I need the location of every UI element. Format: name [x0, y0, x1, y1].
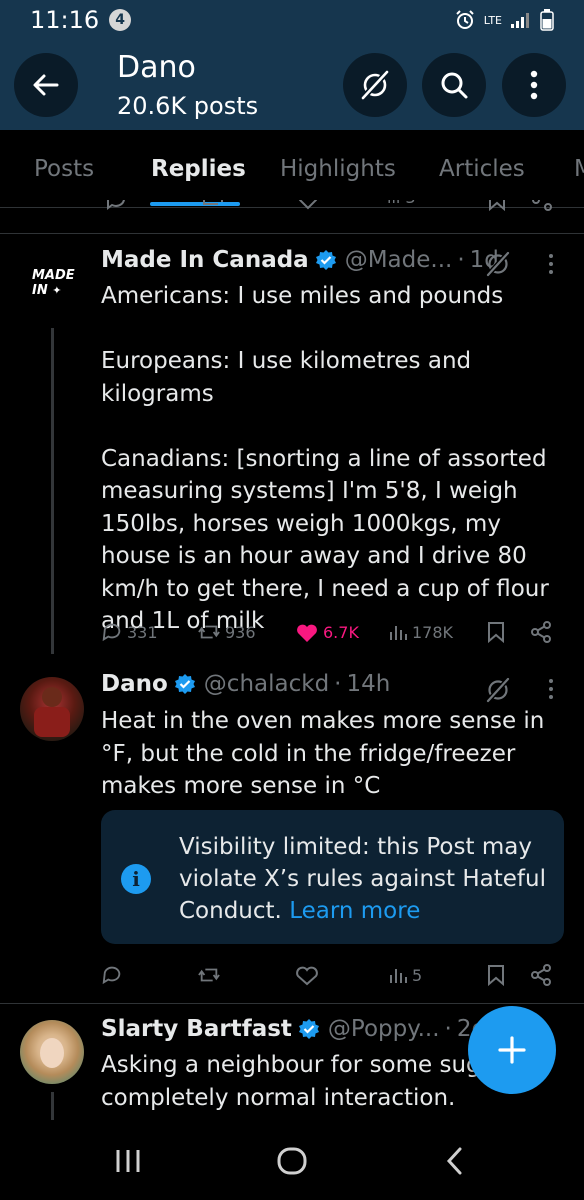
- search-button[interactable]: [422, 53, 486, 117]
- home-icon[interactable]: [276, 1146, 308, 1176]
- post-text: Americans: I use miles and pounds Europe…: [101, 283, 549, 634]
- more-horizontal-icon[interactable]: [547, 252, 555, 276]
- grok-button[interactable]: [343, 53, 407, 117]
- more-vertical-icon: [530, 70, 538, 100]
- notification-count-badge: 4: [109, 9, 132, 31]
- reply-button[interactable]: [101, 964, 127, 986]
- share-icon[interactable]: [529, 620, 553, 644]
- reply-icon: [102, 966, 121, 985]
- repost-button[interactable]: 936: [197, 621, 256, 643]
- author-handle[interactable]: @Made...: [345, 247, 453, 273]
- views-count: 178K: [412, 622, 454, 642]
- reply-count: 331: [127, 622, 158, 642]
- alarm-icon: [455, 10, 474, 29]
- status-bar: 11:16 4 LTE: [0, 0, 584, 40]
- post-divider: [0, 1003, 584, 1004]
- post-header: Slarty Bartfast @Poppy... · 2d: [101, 1016, 487, 1042]
- profile-header: Dano 20.6K posts: [0, 40, 584, 130]
- author-handle[interactable]: @Poppy...: [328, 1016, 440, 1042]
- views-icon: [390, 626, 407, 640]
- bookmark-icon[interactable]: [487, 200, 507, 212]
- reply-icon: [102, 623, 121, 642]
- views-count: 5: [412, 965, 423, 985]
- post-text: Heat in the oven makes more sense in °F,…: [101, 708, 545, 799]
- like-button[interactable]: [295, 964, 323, 986]
- avatar[interactable]: MADE IN ✦: [20, 258, 84, 322]
- bookmark-icon[interactable]: [486, 963, 506, 987]
- views-button[interactable]: 178K: [388, 622, 453, 642]
- network-type-label: LTE: [483, 13, 502, 27]
- heart-icon: [296, 966, 318, 986]
- more-options-button[interactable]: [502, 53, 566, 117]
- reply-button[interactable]: 331: [101, 621, 158, 643]
- post-count: 20.6K posts: [117, 92, 259, 120]
- profile-name-title: Dano: [117, 50, 196, 85]
- heart-icon[interactable]: [296, 200, 320, 212]
- thread-line: [51, 328, 54, 654]
- heart-filled-icon: [297, 624, 317, 642]
- search-icon: [441, 72, 468, 99]
- share-icon[interactable]: [530, 200, 554, 212]
- author-handle[interactable]: @chalackd: [204, 671, 329, 697]
- thread-line: [51, 1092, 54, 1120]
- recent-apps-icon[interactable]: [114, 1148, 142, 1174]
- grok-icon[interactable]: [484, 676, 512, 704]
- post-header: Made In Canada @Made... · 1d: [101, 247, 499, 273]
- views-button[interactable]: 5: [388, 965, 422, 985]
- post-header: Dano @chalackd · 14h: [101, 671, 391, 697]
- profile-tabs: Posts Replies Highlights Articles M: [0, 130, 584, 208]
- share-icon[interactable]: [529, 963, 553, 987]
- views-icon: [390, 969, 407, 983]
- more-horizontal-icon[interactable]: [547, 677, 555, 701]
- avatar[interactable]: [20, 677, 84, 741]
- author-name[interactable]: Dano: [101, 671, 168, 697]
- tab-articles[interactable]: Articles: [439, 156, 525, 182]
- post-actions: 331 936 6.7K 178K: [101, 617, 561, 647]
- status-time: 11:16: [30, 6, 100, 34]
- system-navigation-bar: [0, 1120, 584, 1200]
- grok-icon[interactable]: [484, 250, 512, 278]
- like-button[interactable]: 6.7K: [295, 621, 359, 643]
- verified-badge-icon: [298, 1019, 319, 1039]
- author-name[interactable]: Made In Canada: [101, 247, 309, 273]
- info-icon: i: [121, 864, 151, 894]
- tab-replies[interactable]: Replies: [151, 156, 246, 182]
- repost-icon[interactable]: [200, 200, 226, 210]
- tab-posts[interactable]: Posts: [34, 156, 94, 182]
- compose-post-button[interactable]: [468, 1006, 556, 1094]
- tab-next-partial[interactable]: M: [574, 156, 584, 182]
- visibility-limited-notice: i Visibility limited: this Post may viol…: [101, 810, 564, 944]
- repost-button[interactable]: [197, 964, 225, 986]
- back-nav-icon[interactable]: [444, 1146, 466, 1176]
- repost-count: 936: [225, 622, 256, 642]
- repost-icon: [198, 968, 220, 982]
- arrow-left-icon: [33, 74, 59, 96]
- verified-badge-icon: [174, 674, 195, 694]
- back-button[interactable]: [14, 53, 78, 117]
- author-name[interactable]: Slarty Bartfast: [101, 1016, 292, 1042]
- status-icons: LTE: [454, 9, 554, 31]
- avatar[interactable]: [20, 1020, 84, 1084]
- grok-icon: [360, 69, 390, 101]
- plus-icon: [498, 1036, 526, 1064]
- signal-icon: [511, 13, 529, 28]
- previous-post-actions-partial: ılı 3: [0, 200, 584, 234]
- like-count: 6.7K: [323, 622, 359, 642]
- views-count-partial: ılı 3: [387, 200, 416, 207]
- avatar-logo-text: MADE IN ✦: [32, 268, 75, 298]
- post-time[interactable]: 14h: [346, 671, 390, 697]
- bookmark-icon[interactable]: [486, 620, 506, 644]
- learn-more-link[interactable]: Learn more: [289, 898, 420, 924]
- verified-badge-icon: [315, 250, 336, 270]
- battery-icon: [540, 9, 554, 31]
- repost-icon: [198, 625, 220, 639]
- post-actions: 5: [101, 960, 561, 990]
- reply-icon[interactable]: [104, 200, 128, 212]
- tab-highlights[interactable]: Highlights: [280, 156, 396, 182]
